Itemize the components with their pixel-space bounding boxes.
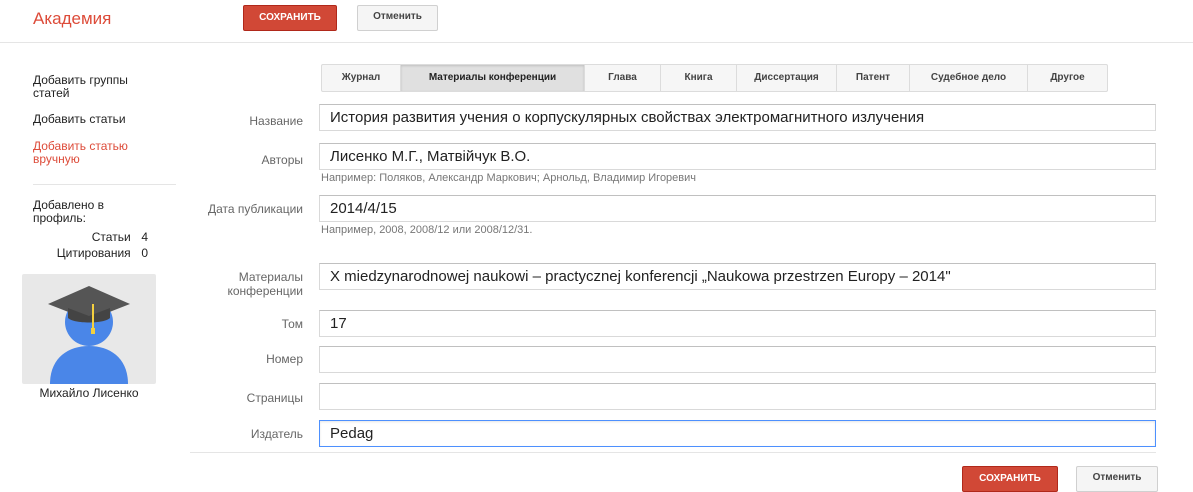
sidebar-divider xyxy=(33,184,176,185)
avatar[interactable] xyxy=(22,274,156,384)
stat-articles-label: Статьи xyxy=(91,230,131,244)
volume-input[interactable] xyxy=(319,310,1156,337)
tab-dissertation[interactable]: Диссертация xyxy=(737,65,837,91)
date-hint: Например, 2008, 2008/12 или 2008/12/31. xyxy=(321,224,533,236)
stat-citations-value: 0 xyxy=(141,246,148,260)
publisher-input[interactable] xyxy=(319,420,1156,447)
conference-input[interactable] xyxy=(319,263,1156,290)
added-heading: Добавлено в профиль: xyxy=(33,198,104,225)
sidebar-item-add-manually[interactable]: Добавить статью вручную xyxy=(33,140,153,166)
save-button-bottom[interactable]: СОХРАНИТЬ xyxy=(962,466,1058,492)
sidebar-item-add-groups[interactable]: Добавить группы статей xyxy=(33,74,163,100)
stat-citations-label: Цитирования xyxy=(56,246,131,260)
header-divider xyxy=(0,42,1193,43)
tab-other[interactable]: Другое xyxy=(1028,65,1107,91)
issue-label: Номер xyxy=(266,352,303,366)
app-title[interactable]: Академия xyxy=(33,9,111,29)
issue-input[interactable] xyxy=(319,346,1156,373)
pages-label: Страницы xyxy=(246,391,303,405)
graduate-avatar-icon xyxy=(48,286,130,384)
title-label: Название xyxy=(249,114,303,128)
publication-type-tabs: Журнал Материалы конференции Глава Книга… xyxy=(321,64,1108,92)
form-divider xyxy=(190,452,1156,453)
authors-label: Авторы xyxy=(261,153,303,167)
stat-citations: Цитирования 0 xyxy=(23,247,148,260)
cancel-button-top[interactable]: Отменить xyxy=(357,5,438,31)
tab-journal[interactable]: Журнал xyxy=(322,65,401,91)
date-input[interactable] xyxy=(319,195,1156,222)
tab-patent[interactable]: Патент xyxy=(837,65,910,91)
save-button-top[interactable]: СОХРАНИТЬ xyxy=(243,5,337,31)
authors-hint: Например: Поляков, Александр Маркович; А… xyxy=(321,172,697,184)
authors-input[interactable] xyxy=(319,143,1156,170)
cancel-button-bottom[interactable]: Отменить xyxy=(1076,466,1158,492)
conference-label: Материалы конференции xyxy=(227,270,304,298)
sidebar-item-add-articles[interactable]: Добавить статьи xyxy=(33,113,163,126)
pages-input[interactable] xyxy=(319,383,1156,410)
stat-articles-value: 4 xyxy=(141,230,148,244)
date-label: Дата публикации xyxy=(207,202,303,216)
title-input[interactable] xyxy=(319,104,1156,131)
profile-name[interactable]: Михайло Лисенко xyxy=(22,387,156,400)
volume-label: Том xyxy=(281,317,303,331)
tab-chapter[interactable]: Глава xyxy=(585,65,661,91)
tab-court-case[interactable]: Судебное дело xyxy=(910,65,1028,91)
stat-articles: Статьи 4 xyxy=(33,231,148,244)
tab-book[interactable]: Книга xyxy=(661,65,737,91)
tab-conference[interactable]: Материалы конференции xyxy=(401,65,585,91)
publisher-label: Издатель xyxy=(250,427,303,441)
